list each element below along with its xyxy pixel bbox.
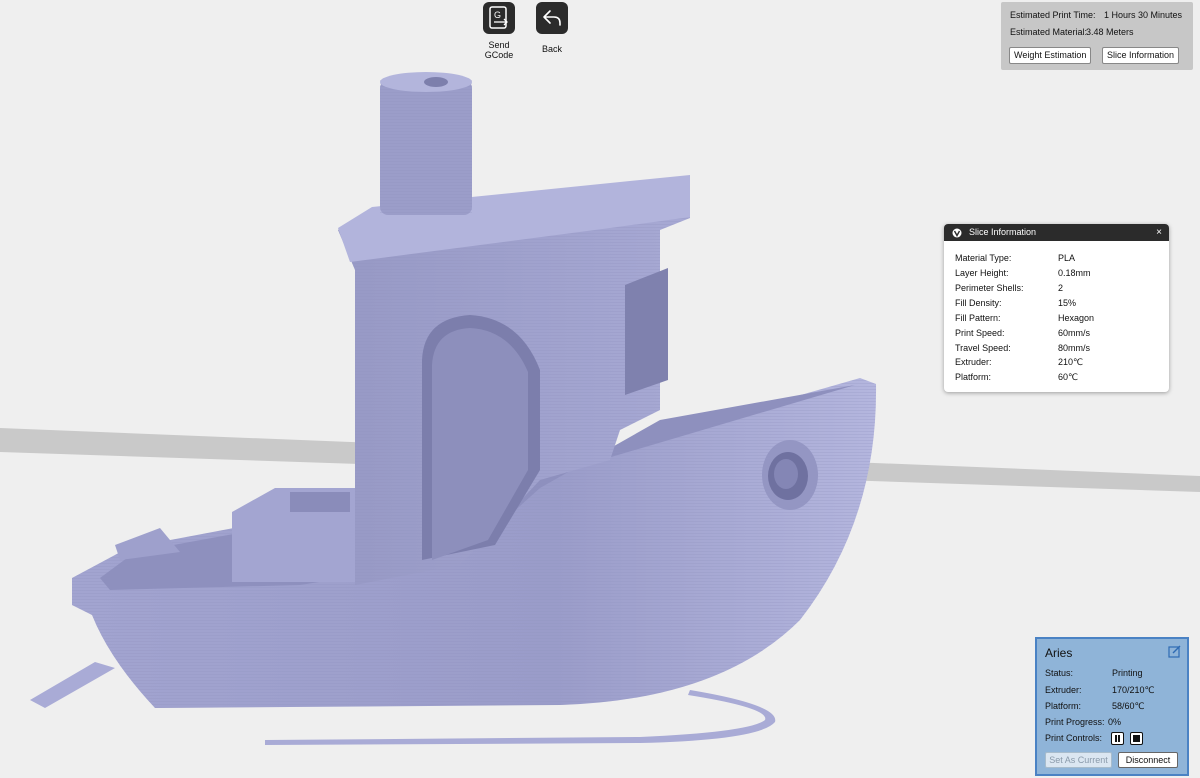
slice-information-popup: Slice Information × Material Type: PLA L… [944,224,1169,392]
back-label: Back [541,44,562,54]
slice-information-button[interactable]: Slice Information [1102,47,1180,64]
material-row: Estimated Material: 3.48 Meters [1010,27,1134,37]
platform-row: Platform: 58/60℃ [1045,701,1145,711]
info-row-layer-height: Layer Height: 0.18mm [955,268,1091,278]
progress-row: Print Progress: 0% [1045,717,1122,727]
printer-panel: Aries Status: Printing Extruder: 170/210… [1035,637,1189,776]
edit-icon[interactable] [1168,645,1181,658]
stop-icon[interactable] [1130,732,1143,745]
popup-title: Slice Information [969,227,1037,237]
skirt-left [30,662,115,708]
info-row-platform: Platform: 60℃ [955,372,1079,382]
info-row-fill-density: Fill Density: 15% [955,298,1077,308]
set-as-current-button[interactable]: Set As Current [1045,752,1112,768]
controls-row: Print Controls: [1045,732,1185,745]
estimates-panel: Estimated Print Time: 1 Hours 30 Minutes… [1001,2,1193,70]
info-row-material-type: Material Type: PLA [955,253,1076,263]
close-icon[interactable]: × [1156,224,1162,241]
print-time-value: 1 Hours 30 Minutes [1104,10,1183,20]
info-row-extruder: Extruder: 210℃ [955,357,1084,367]
extruder-value: 170/210℃ [1112,685,1155,695]
status-value: Printing [1112,668,1143,678]
back-arrow-icon [536,2,568,34]
material-value: 3.48 Meters [1086,27,1134,37]
info-row-travel-speed: Travel Speed: 80mm/s [955,343,1091,353]
printer-name: Aries [1045,646,1073,660]
send-gcode-button[interactable]: G Send GCode [474,2,524,60]
gcode-file-icon: G [483,2,515,34]
print-time-row: Estimated Print Time: 1 Hours 30 Minutes [1010,10,1182,20]
app-logo-icon [952,228,962,238]
send-gcode-label: Send GCode [484,40,514,60]
cabin-window [625,268,668,395]
extruder-row: Extruder: 170/210℃ [1045,685,1155,695]
weight-estimation-button[interactable]: Weight Estimation [1009,47,1092,64]
info-row-print-speed: Print Speed: 60mm/s [955,328,1091,338]
progress-value: 0% [1108,717,1122,727]
popup-header: Slice Information × [944,224,1169,241]
back-button[interactable]: Back [527,2,577,54]
info-row-fill-pattern: Fill Pattern: Hexagon [955,313,1095,323]
platform-value: 58/60℃ [1112,701,1145,711]
disconnect-button[interactable]: Disconnect [1118,752,1178,768]
print-time-label: Estimated Print Time: [1010,10,1096,20]
pause-icon[interactable] [1111,732,1124,745]
status-row: Status: Printing [1045,668,1143,678]
material-label: Estimated Material: [1010,27,1088,37]
svg-text:G: G [494,10,501,20]
info-row-perimeter-shells: Perimeter Shells: 2 [955,283,1064,293]
